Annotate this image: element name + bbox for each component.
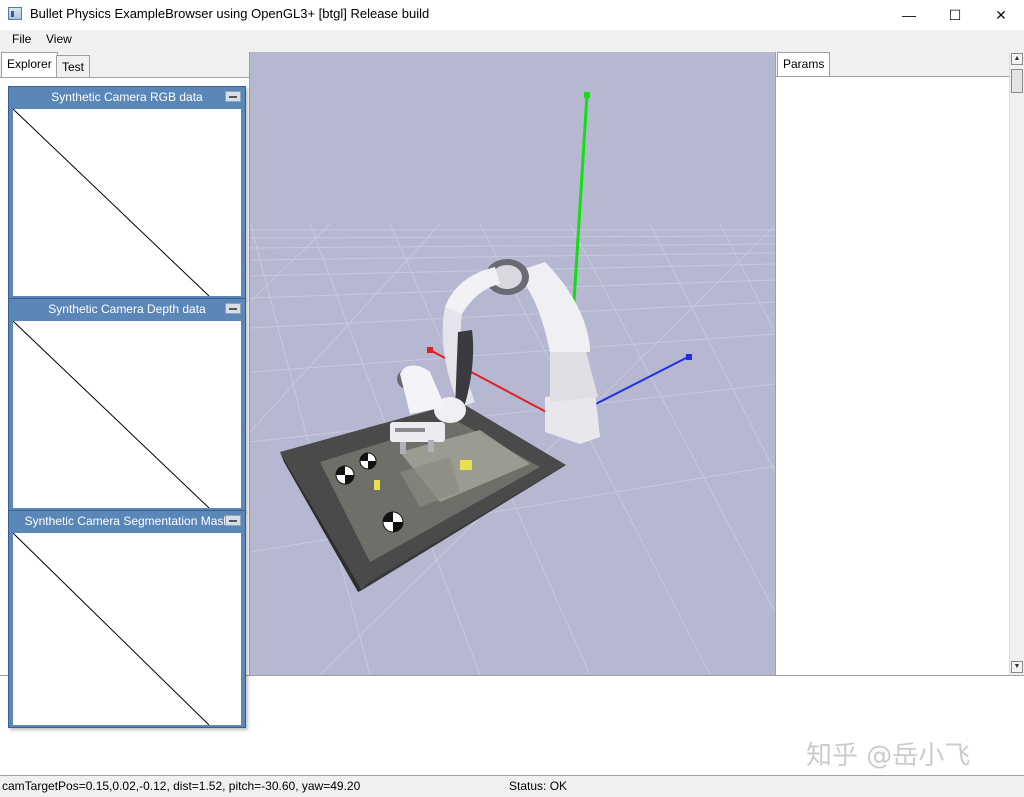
app-window-icon <box>8 7 22 20</box>
watermark: 知乎 @岳小飞 <box>806 741 971 771</box>
yellow-block <box>460 460 472 470</box>
scrollbar-thumb[interactable] <box>1011 69 1023 93</box>
x-axis-endpoint <box>427 347 433 353</box>
camera-depth-title: Synthetic Camera Depth data <box>48 302 206 316</box>
scroll-up-arrow-icon[interactable]: ▲ <box>1011 53 1023 65</box>
menu-bar: File View <box>0 30 1024 50</box>
camera-rgb-window[interactable]: Synthetic Camera RGB data <box>8 86 246 299</box>
minimize-icon[interactable] <box>225 91 241 102</box>
y-axis-endpoint <box>584 92 590 98</box>
menu-file[interactable]: File <box>12 32 31 46</box>
z-axis-endpoint <box>686 354 692 360</box>
menu-view[interactable]: View <box>46 32 72 46</box>
3d-viewport[interactable] <box>250 52 775 675</box>
camera-segmentation-title: Synthetic Camera Segmentation Mask <box>24 514 230 528</box>
camera-status: camTargetPos=0.15,0.02,-0.12, dist=1.52,… <box>2 779 361 793</box>
scroll-down-arrow-icon[interactable]: ▼ <box>1011 661 1023 673</box>
title-bar: Bullet Physics ExampleBrowser using Open… <box>0 0 1024 30</box>
params-panel: Params <box>775 52 1024 676</box>
camera-rgb-canvas <box>13 109 241 296</box>
window-title: Bullet Physics ExampleBrowser using Open… <box>30 6 430 21</box>
minimize-button[interactable]: — <box>886 0 932 30</box>
status-bar: camTargetPos=0.15,0.02,-0.12, dist=1.52,… <box>0 775 1024 797</box>
camera-rgb-title: Synthetic Camera RGB data <box>51 90 203 104</box>
close-button[interactable]: ✕ <box>978 0 1024 30</box>
yellow-block <box>374 480 380 490</box>
tab-params[interactable]: Params <box>777 52 831 77</box>
minimize-icon[interactable] <box>225 303 241 314</box>
minimize-icon[interactable] <box>225 515 241 526</box>
tab-explorer[interactable]: Explorer <box>1 52 58 77</box>
camera-segmentation-window[interactable]: Synthetic Camera Segmentation Mask <box>8 510 246 728</box>
camera-depth-window[interactable]: Synthetic Camera Depth data <box>8 298 246 511</box>
camera-depth-canvas <box>13 321 241 508</box>
scene-render <box>250 92 775 675</box>
params-scrollbar[interactable]: ▲ ▼ <box>1009 52 1024 675</box>
params-content <box>776 76 1009 676</box>
tab-test[interactable]: Test <box>56 55 91 77</box>
camera-segmentation-canvas <box>13 533 241 725</box>
maximize-button[interactable]: ☐ <box>932 0 978 30</box>
status-state: Status: OK <box>509 779 568 793</box>
